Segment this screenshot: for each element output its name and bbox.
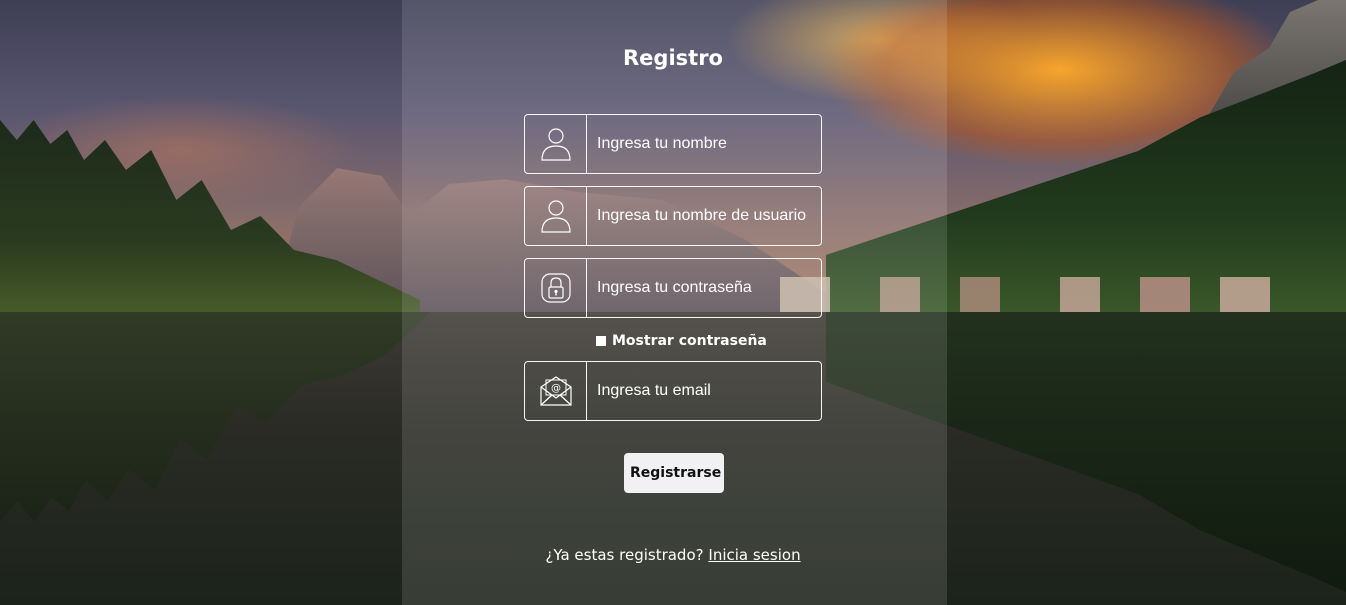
show-password-label: Mostrar contraseña: [612, 333, 767, 349]
username-input[interactable]: [587, 187, 821, 245]
page-title: Registro: [623, 46, 723, 70]
password-input[interactable]: [587, 259, 821, 317]
mail-icon: @: [525, 362, 587, 420]
username-field[interactable]: [524, 186, 822, 246]
show-password-toggle[interactable]: Mostrar contraseña: [596, 333, 767, 349]
login-prompt-line: ¿Ya estas registrado? Inicia sesion: [0, 546, 1346, 564]
email-field[interactable]: @: [524, 361, 822, 421]
svg-text:@: @: [551, 383, 561, 394]
login-prompt-text: ¿Ya estas registrado?: [545, 546, 704, 564]
user-icon: [525, 187, 587, 245]
register-button[interactable]: Registrarse: [624, 453, 724, 493]
show-password-checkbox[interactable]: [596, 336, 606, 346]
password-field[interactable]: [524, 258, 822, 318]
name-field[interactable]: [524, 114, 822, 174]
user-icon: [525, 115, 587, 173]
lock-icon: [525, 259, 587, 317]
login-link[interactable]: Inicia sesion: [708, 546, 800, 564]
name-input[interactable]: [587, 115, 821, 173]
email-input[interactable]: [587, 362, 821, 420]
